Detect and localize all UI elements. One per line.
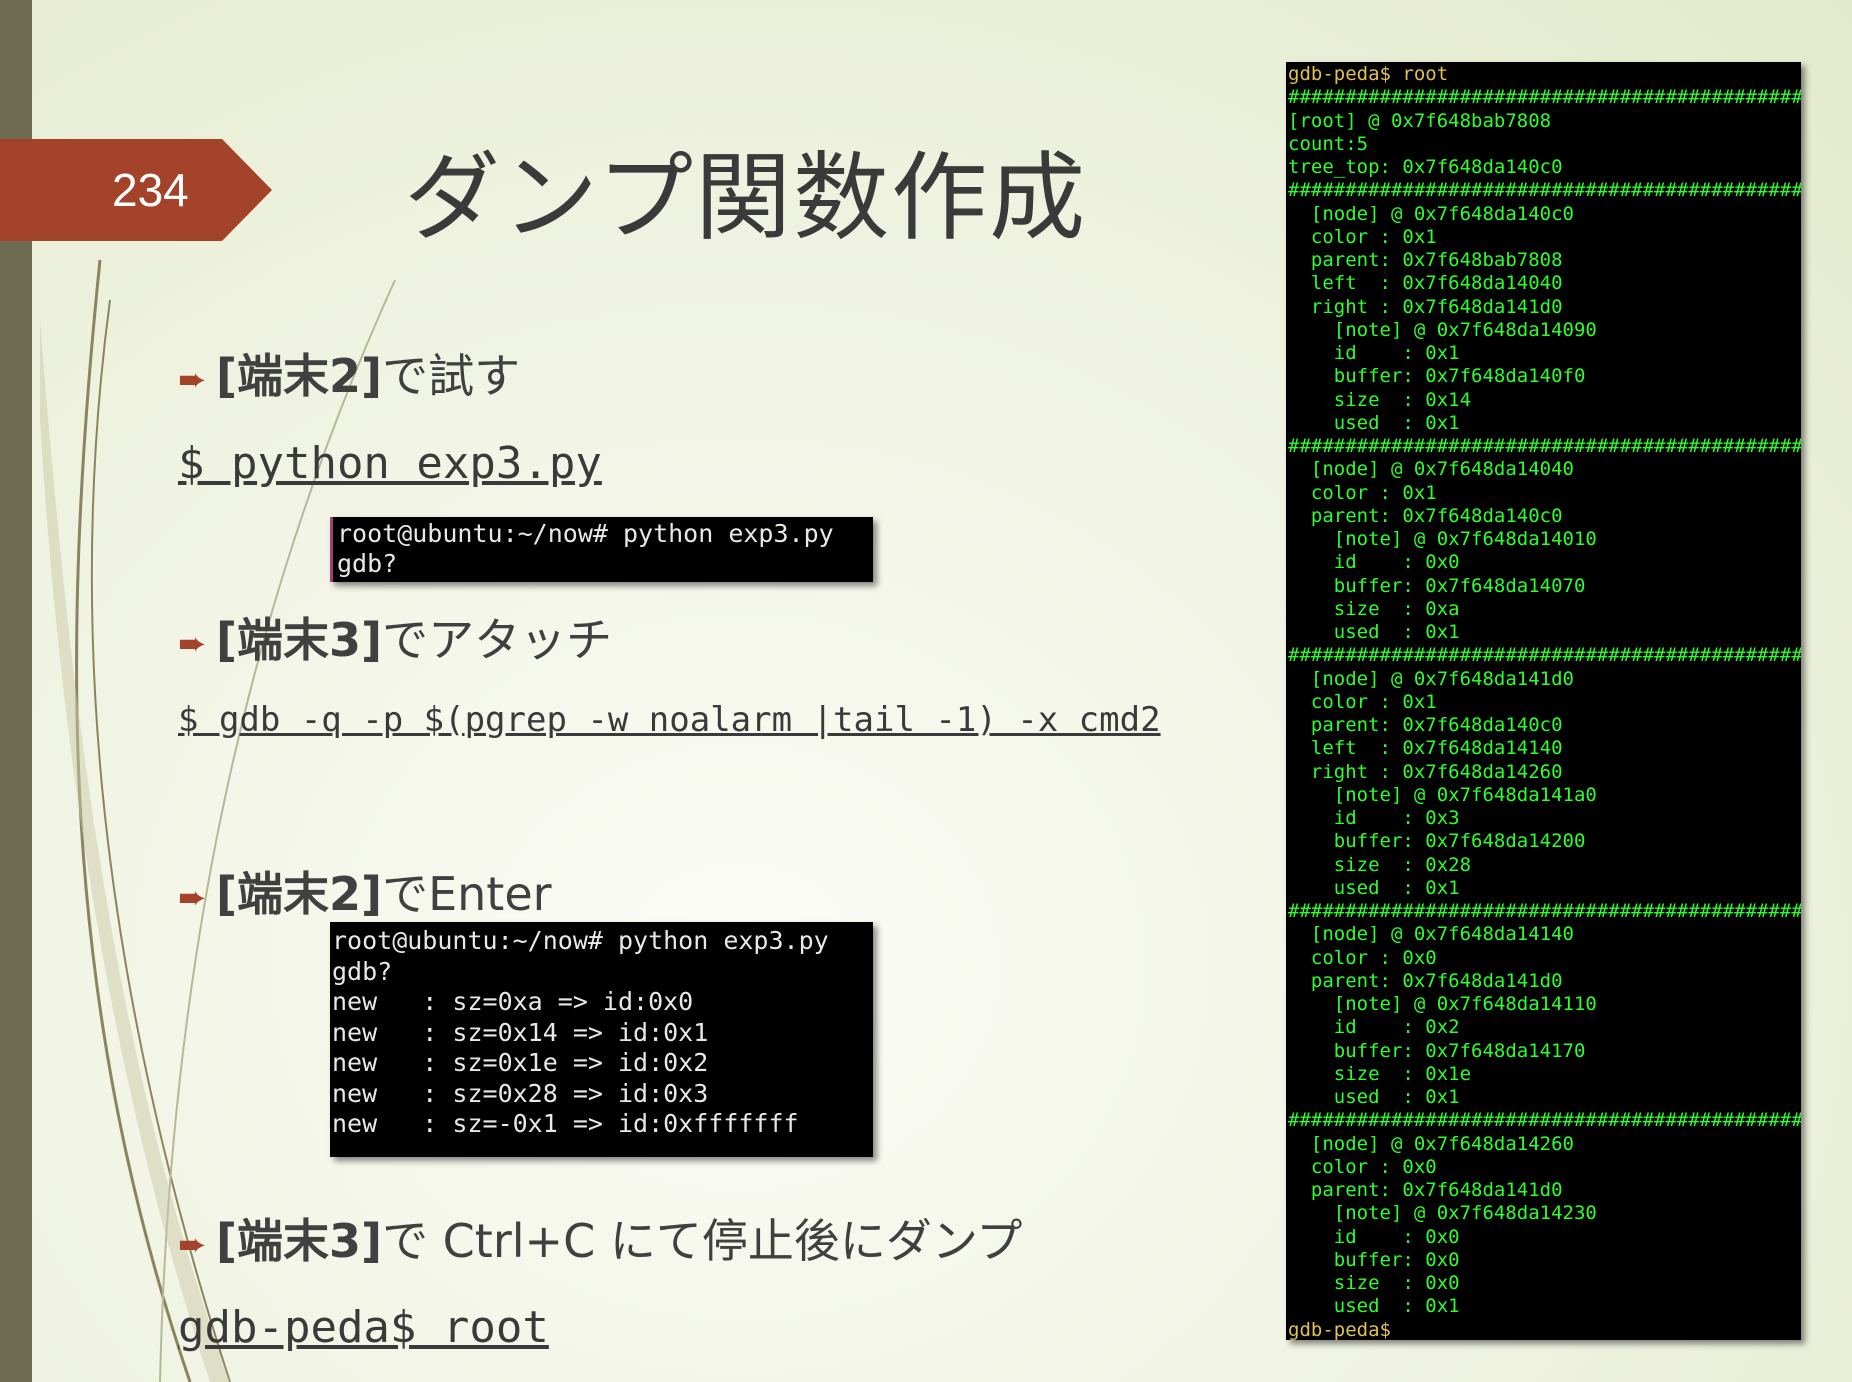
bullet-3-bold: [端末2] [216, 867, 383, 921]
slide-title: ダンプ関数作成 [404, 142, 1088, 254]
arrow-bullet-icon: ➨ [178, 623, 207, 664]
prompt-bottom: gdb-peda$ [1288, 1318, 1391, 1341]
slide-number-badge: 234 [0, 139, 272, 241]
bullet-4-text: で Ctrl+C にて停止後にダンプ [382, 1214, 1023, 1268]
bullet-1-text: で試す [382, 349, 521, 403]
arrow-bullet-icon: ➨ [178, 359, 207, 400]
terminal-enter: root@ubuntu:~/now# python exp3.py gdb? n… [330, 922, 873, 1157]
terminal-small: root@ubuntu:~/now# python exp3.py gdb? [330, 517, 873, 582]
bullet-1: ➨ [端末2]で試す [178, 340, 520, 406]
terminal-dump: gdb-peda$ root #########################… [1286, 62, 1801, 1340]
command-root: gdb-peda$ root [178, 1302, 549, 1353]
command-gdb: $ gdb -q -p $(pgrep -w noalarm |tail -1)… [178, 700, 1161, 740]
bullet-1-bold: [端末2] [216, 349, 383, 403]
arrow-bullet-icon: ➨ [178, 1224, 207, 1265]
bullet-3-text: でEnter [382, 867, 552, 921]
prompt-top: gdb-peda$ root [1288, 63, 1449, 85]
bullet-4-bold: [端末3] [216, 1214, 383, 1268]
bullet-2-bold: [端末3] [216, 613, 383, 667]
command-python: $ python exp3.py [178, 438, 602, 489]
bullet-2: ➨ [端末3]でアタッチ [178, 604, 612, 670]
bullet-2-text: でアタッチ [382, 613, 613, 667]
arrow-bullet-icon: ➨ [178, 877, 207, 918]
bullet-3: ➨ [端末2]でEnter [178, 858, 552, 924]
bullet-4: ➨ [端末3]で Ctrl+C にて停止後にダンプ [178, 1205, 1022, 1271]
dump-output: ########################################… [1288, 86, 1801, 1318]
